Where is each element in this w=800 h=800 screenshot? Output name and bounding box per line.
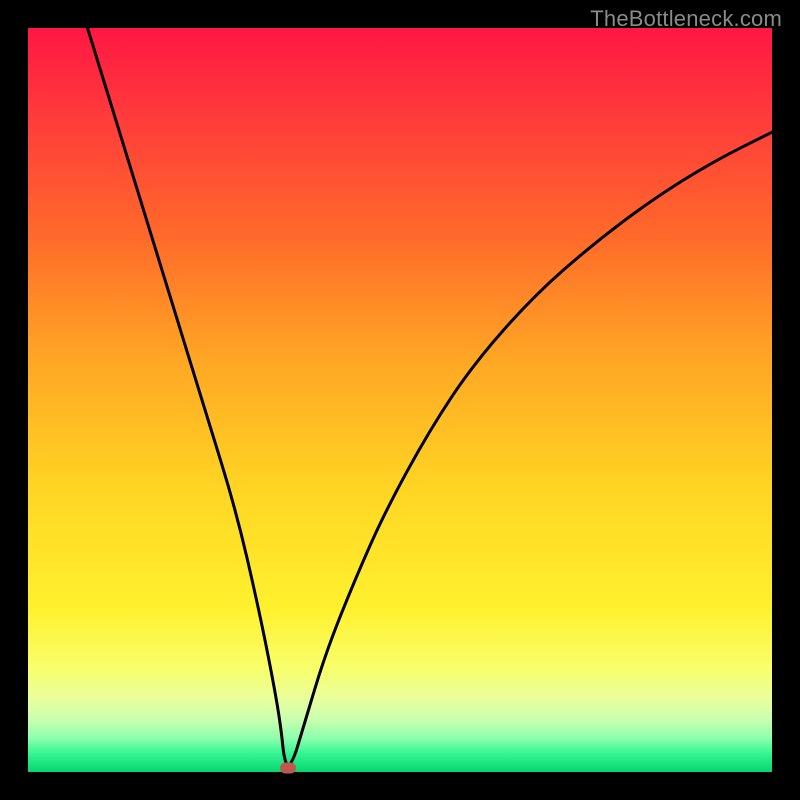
chart-frame: [28, 28, 772, 772]
curve-line: [88, 28, 772, 765]
minimum-marker: [280, 763, 296, 774]
chart-plot: [28, 28, 772, 772]
